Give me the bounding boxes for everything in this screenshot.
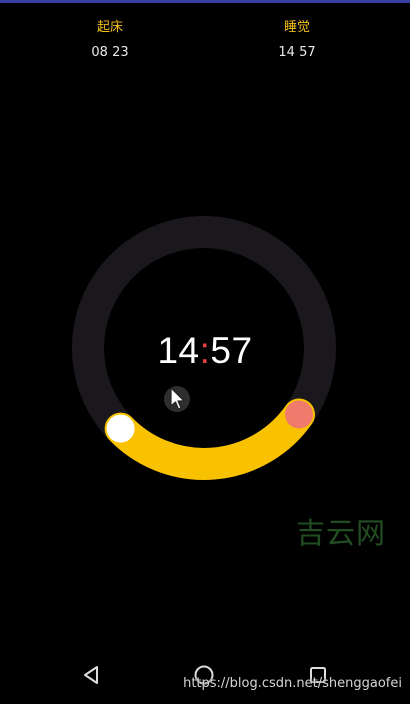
sleep-handle[interactable] <box>285 400 313 429</box>
center-time-display: 14:57 <box>130 326 280 376</box>
url-watermark: https://blog.csdn.net/shenggaofei <box>183 676 402 691</box>
mouse-cursor-icon <box>164 386 190 412</box>
sleep-duration-arc[interactable] <box>104 398 315 480</box>
back-icon[interactable] <box>76 660 106 690</box>
center-time-colon: : <box>199 330 211 371</box>
brand-watermark: 吉云网 <box>296 516 387 550</box>
center-time-hours: 14 <box>157 330 200 371</box>
wake-handle[interactable] <box>106 414 135 443</box>
center-time-minutes: 57 <box>210 330 253 371</box>
